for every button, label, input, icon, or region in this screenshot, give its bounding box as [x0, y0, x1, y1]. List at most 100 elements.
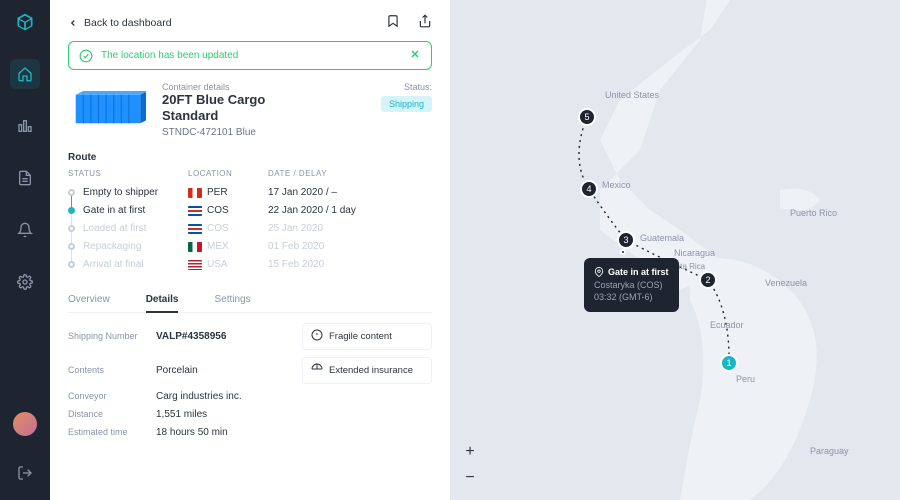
- route-status: Empty to shipper: [83, 187, 158, 198]
- nav-documents[interactable]: [10, 163, 40, 193]
- route-date: 17 Jan 2020 / –: [268, 187, 432, 198]
- route-row[interactable]: Empty to shipper PER17 Jan 2020 / –: [68, 184, 432, 202]
- sidebar: [0, 0, 50, 500]
- detail-value: 1,551 miles: [156, 409, 294, 420]
- nav-analytics[interactable]: [10, 111, 40, 141]
- route-location: COS: [188, 205, 268, 216]
- map-pin-5[interactable]: 5: [578, 108, 596, 126]
- detail-label: Estimated time: [68, 427, 148, 437]
- tooltip-title: Gate in at first: [608, 266, 669, 279]
- container-image: [68, 82, 148, 136]
- share-icon[interactable]: [418, 14, 432, 31]
- flag-icon: [188, 260, 202, 270]
- status-label: Status:: [381, 82, 432, 92]
- detail-value: VALP#4358956: [156, 331, 294, 342]
- container-meta: Container details 20FT Blue Cargo Standa…: [162, 82, 265, 138]
- route-row[interactable]: Loaded at first COS25 Jan 2020: [68, 220, 432, 238]
- detail-value: Carg industries inc.: [156, 391, 294, 402]
- route-dot: [68, 225, 75, 232]
- container-card: Container details 20FT Blue Cargo Standa…: [68, 82, 432, 138]
- col-status: STATUS: [68, 169, 188, 178]
- container-code: STNDC-472101 Blue: [162, 127, 265, 138]
- detail-tabs: Overview Details Settings: [68, 288, 432, 313]
- container-name-1: 20FT Blue Cargo: [162, 92, 265, 108]
- panel-header: Back to dashboard: [68, 14, 432, 31]
- route-location: PER: [188, 187, 268, 198]
- flag-icon: [188, 206, 202, 216]
- back-label: Back to dashboard: [84, 17, 172, 29]
- detail-label: Contents: [68, 365, 148, 375]
- route-status: Arrival at final: [83, 259, 144, 270]
- detail-chip: Extended insurance: [302, 357, 432, 384]
- detail-panel: Back to dashboard The location has been …: [50, 0, 450, 500]
- pin-icon: [594, 267, 604, 277]
- map-pin-4[interactable]: 4: [580, 180, 598, 198]
- zoom-out-button[interactable]: −: [460, 468, 480, 488]
- container-status: Status: Shipping: [381, 82, 432, 138]
- route-status: Repackaging: [83, 241, 141, 252]
- map-route-dot: [620, 249, 626, 255]
- chip-label: Fragile content: [329, 331, 392, 342]
- nav-logout[interactable]: [10, 458, 40, 488]
- map-pin-2[interactable]: 2: [699, 271, 717, 289]
- route-date: 22 Jan 2020 / 1 day: [268, 205, 432, 216]
- tooltip-sub2: 03:32 (GMT-6): [594, 291, 669, 304]
- app-logo: [15, 12, 35, 37]
- tab-overview[interactable]: Overview: [68, 288, 110, 312]
- col-location: LOCATION: [188, 169, 268, 178]
- route-list: Empty to shipper PER17 Jan 2020 / – Gate i…: [68, 184, 432, 274]
- route-row[interactable]: Gate in at first COS22 Jan 2020 / 1 day: [68, 202, 432, 220]
- notice-dismiss[interactable]: [409, 48, 421, 63]
- bookmark-icon[interactable]: [386, 14, 400, 31]
- status-badge: Shipping: [381, 96, 432, 112]
- detail-value: Porcelain: [156, 365, 294, 376]
- route-location: MEX: [188, 241, 268, 252]
- zoom-in-button[interactable]: +: [460, 442, 480, 462]
- route-column-headers: STATUS LOCATION DATE / DELAY: [68, 169, 432, 178]
- route-map[interactable]: United States Mexico Guatemala Nicaragua…: [450, 0, 900, 500]
- notice-text: The location has been updated: [101, 50, 238, 61]
- chip-label: Extended insurance: [329, 365, 413, 376]
- detail-label: Distance: [68, 409, 148, 419]
- container-eyebrow: Container details: [162, 82, 265, 92]
- route-date: 01 Feb 2020: [268, 241, 432, 252]
- fragile-icon: [311, 329, 323, 344]
- flag-icon: [188, 242, 202, 252]
- flag-icon: [188, 224, 202, 234]
- map-pin-1[interactable]: 1: [720, 354, 738, 372]
- insurance-icon: [311, 363, 323, 378]
- nav-notifications[interactable]: [10, 215, 40, 245]
- route-status: Gate in at first: [83, 205, 145, 216]
- tooltip-sub1: Costaryka (COS): [594, 279, 669, 292]
- route-location: USA: [188, 259, 268, 270]
- container-name-2: Standard: [162, 108, 265, 124]
- detail-label: Conveyor: [68, 391, 148, 401]
- col-date: DATE / DELAY: [268, 169, 432, 178]
- route-row[interactable]: Arrival at final USA15 Feb 2020: [68, 256, 432, 274]
- tab-details[interactable]: Details: [146, 288, 179, 313]
- route-date: 15 Feb 2020: [268, 259, 432, 270]
- detail-chip: Fragile content: [302, 323, 432, 350]
- map-tooltip: Gate in at first Costaryka (COS) 03:32 (…: [584, 258, 679, 312]
- map-landmass: [450, 0, 900, 500]
- tab-settings[interactable]: Settings: [214, 288, 250, 312]
- location-updated-notice: The location has been updated: [68, 41, 432, 70]
- route-dot: [68, 207, 75, 214]
- detail-label: Shipping Number: [68, 331, 148, 341]
- route-title: Route: [68, 152, 432, 163]
- detail-value: 18 hours 50 min: [156, 427, 294, 438]
- route-dot: [68, 261, 75, 268]
- user-avatar[interactable]: [13, 412, 37, 436]
- details-grid: Shipping Number VALP#4358956 Fragile conte…: [68, 323, 432, 438]
- check-circle-icon: [79, 49, 93, 63]
- route-dot: [68, 189, 75, 196]
- route-date: 25 Jan 2020: [268, 223, 432, 234]
- nav-settings[interactable]: [10, 267, 40, 297]
- route-location: COS: [188, 223, 268, 234]
- map-pin-3[interactable]: 3: [617, 231, 635, 249]
- route-dot: [68, 243, 75, 250]
- route-row[interactable]: Repackaging MEX01 Feb 2020: [68, 238, 432, 256]
- back-to-dashboard[interactable]: Back to dashboard: [68, 17, 172, 29]
- route-status: Loaded at first: [83, 223, 146, 234]
- nav-home[interactable]: [10, 59, 40, 89]
